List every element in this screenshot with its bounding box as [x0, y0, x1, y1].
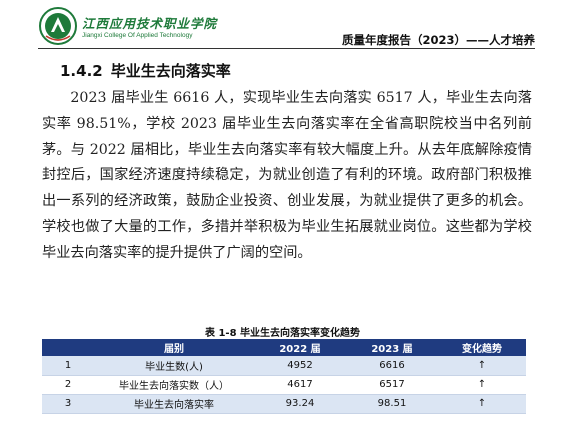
row-label: 毕业生去向落实率 — [94, 394, 254, 414]
table-header-row: 届别 2022 届 2023 届 变化趋势 — [42, 339, 526, 356]
row-index: 2 — [42, 375, 94, 395]
value-2023: 6616 — [346, 356, 438, 376]
row-index: 3 — [42, 394, 94, 414]
table-row: 1 毕业生数(人) 4952 6616 ↑ — [42, 356, 526, 376]
header-cell-2022: 2022 届 — [254, 339, 346, 356]
page-header: 江西应用技术职业学院 Jiangxi College Of Applied Te… — [0, 0, 565, 52]
header-cell-trend: 变化趋势 — [438, 339, 526, 356]
value-2023: 6517 — [346, 375, 438, 395]
header-cell-index — [42, 339, 94, 356]
section-number: 1.4.2 — [60, 62, 103, 80]
employment-rate-table: 届别 2022 届 2023 届 变化趋势 1 毕业生数(人) 4952 661… — [42, 339, 526, 414]
value-2022: 4952 — [254, 356, 346, 376]
logo-chinese-name: 江西应用技术职业学院 — [82, 16, 218, 31]
body-paragraph: 2023 届毕业生 6616 人，实现毕业生去向落实 6517 人，毕业生去向落… — [42, 90, 532, 261]
row-index: 1 — [42, 356, 94, 376]
logo-english-name: Jiangxi College Of Applied Technology — [82, 32, 193, 39]
value-2022: 4617 — [254, 375, 346, 395]
trend-up-icon: ↑ — [438, 375, 526, 395]
table-row: 3 毕业生去向落实率 93.24 98.51 ↑ — [42, 394, 526, 414]
header-cell-category: 届别 — [94, 339, 254, 356]
trend-up-icon: ↑ — [438, 394, 526, 414]
header-divider — [38, 48, 535, 49]
row-label: 毕业生去向落实数（人） — [94, 375, 254, 395]
value-2022: 93.24 — [254, 394, 346, 414]
header-cell-2023: 2023 届 — [346, 339, 438, 356]
value-2023: 98.51 — [346, 394, 438, 414]
table-row: 2 毕业生去向落实数（人） 4617 6517 ↑ — [42, 375, 526, 395]
row-label: 毕业生数(人) — [94, 356, 254, 376]
college-logo: 江西应用技术职业学院 Jiangxi College Of Applied Te… — [38, 6, 238, 46]
section-title: 毕业生去向落实率 — [110, 62, 231, 80]
report-title: 质量年度报告（2023）——人才培养 — [341, 33, 535, 47]
trend-up-icon: ↑ — [438, 356, 526, 376]
section-heading: 1.4.2 毕业生去向落实率 — [60, 60, 231, 81]
table-caption: 表 1-8 毕业生去向落实率变化趋势 — [204, 328, 361, 339]
college-emblem-icon — [39, 7, 77, 45]
